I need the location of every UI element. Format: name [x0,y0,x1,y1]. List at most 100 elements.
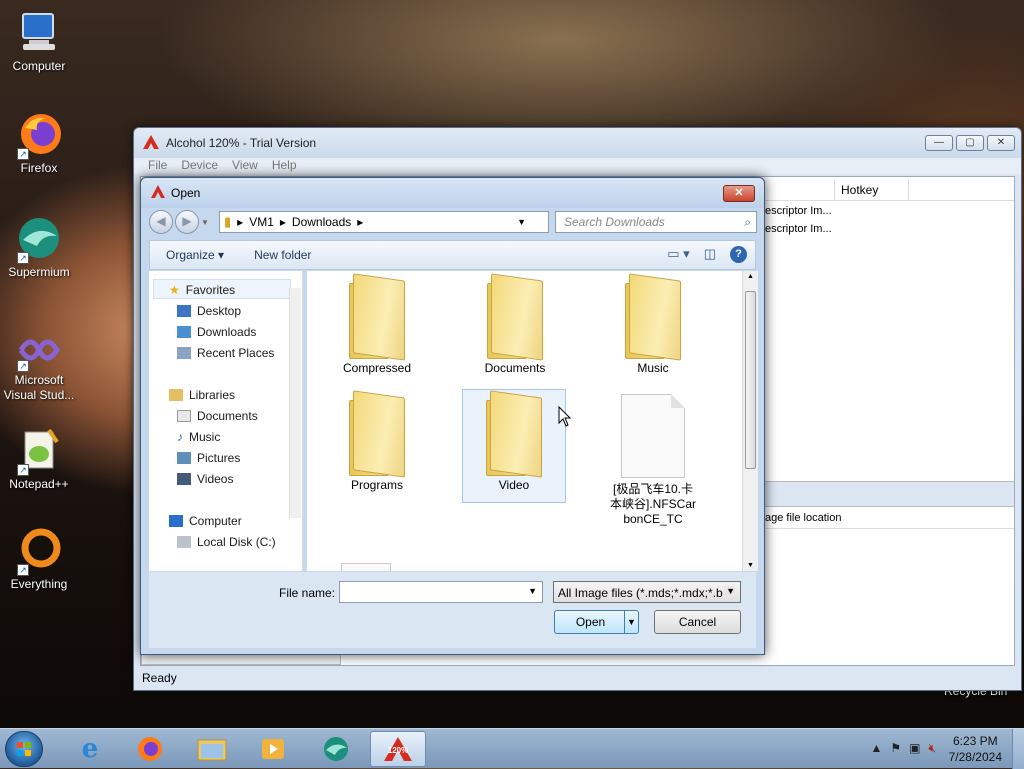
menu-device[interactable]: Device [181,158,218,174]
menu-bar: File Device View Help [134,158,1021,174]
taskbar-media-player[interactable] [246,731,302,767]
chevron-down-icon[interactable]: ▼ [528,586,537,596]
desktop-icon-notepadpp[interactable]: ↗ Notepad++ [1,426,77,491]
file-type-value: All Image files (*.mds;*.mdx;*.b [558,586,723,600]
clock[interactable]: 6:23 PM 7/28/2024 [949,733,1002,765]
windows-logo-icon [17,742,31,756]
firefox-icon [138,737,162,761]
splitter[interactable] [765,481,1014,507]
network-icon[interactable]: ▣ [909,741,920,756]
taskbar-supermium[interactable] [308,731,364,767]
desktop-icon-everything[interactable]: ↗ Everything [1,526,77,591]
volume-muted-icon[interactable]: 🔇︎ [928,741,936,756]
open-split-chevron-icon[interactable]: ▼ [624,611,638,633]
list-item[interactable]: escriptor Im... [765,223,832,235]
nav-desktop[interactable]: Desktop [177,304,241,318]
close-button[interactable]: ✕ [987,135,1015,151]
menu-help[interactable]: Help [272,158,297,174]
shortcut-arrow-icon: ↗ [17,252,29,264]
nav-recent-places[interactable]: Recent Places [177,346,274,360]
scrollbar-thumb[interactable] [745,291,756,469]
recent-places-icon [177,347,191,359]
new-folder-button[interactable]: New folder [254,248,311,262]
lower-list-header[interactable]: age file location [765,509,1014,529]
open-button[interactable]: Open ▼ [554,610,639,634]
nav-documents[interactable]: Documents [177,409,258,423]
action-center-flag-icon[interactable]: ⚑ [890,741,901,756]
file-name-input[interactable]: ▼ [339,581,543,603]
file-item-music[interactable]: Music [601,273,705,387]
file-item-programs[interactable]: Programs [325,390,429,504]
taskbar-alcohol[interactable]: 120% [370,731,426,767]
file-icon [621,394,685,478]
nav-pictures[interactable]: Pictures [177,451,240,465]
forward-button[interactable]: ▶ [175,210,199,234]
desktop-icon-computer[interactable]: Computer [1,8,77,73]
drive-icon [177,536,191,548]
nav-local-disk[interactable]: Local Disk (C:) [177,535,276,549]
dialog-close-button[interactable]: ✕ [723,185,755,202]
list-header-blank[interactable] [765,179,835,200]
menu-view[interactable]: View [232,158,258,174]
status-bar-text: Ready [142,671,177,685]
back-button[interactable]: ◀ [149,210,173,234]
file-type-select[interactable]: All Image files (*.mds;*.mdx;*.b ▼ [553,581,741,603]
lower-header-label: age file location [765,512,842,524]
file-name: Video [498,478,530,492]
folder-icon [347,273,407,361]
show-hidden-icons[interactable]: ▲ [870,741,882,756]
list-header-hotkey[interactable]: Hotkey [835,179,909,200]
search-input[interactable]: Search Downloads ⌕ [555,211,757,233]
file-item-compressed[interactable]: Compressed [325,273,429,387]
desktop-icon-label: Microsoft Visual Stud... [3,373,75,402]
image-list-header: Hotkey [765,179,1014,201]
address-bar[interactable]: ▮ ▸ VM1 ▸ Downloads ▸ ▼ ⇆ [219,211,616,233]
minimize-button[interactable]: — [925,135,953,151]
main-title-bar[interactable]: Alcohol 120% - Trial Version [134,128,1021,158]
address-dropdown-icon[interactable]: ▼ [517,217,526,227]
taskbar-internet-explorer[interactable]: e [62,731,118,767]
desktop-icon-supermium[interactable]: ↗ Supermium [1,214,77,279]
desktop-icon-firefox[interactable]: ↗ Firefox [1,110,77,175]
preview-pane-icon[interactable]: ◫ [704,246,716,263]
start-button[interactable] [5,731,43,767]
cancel-button[interactable]: Cancel [654,610,741,634]
dialog-title-bar[interactable]: Open [141,178,764,208]
list-item[interactable]: escriptor Im... [765,205,832,217]
file-name: Music [637,361,669,375]
file-item-video[interactable]: Video [462,389,566,503]
desktop-icon-visual-studio[interactable]: ↗ Microsoft Visual Stud... [1,330,77,403]
nav-videos[interactable]: Videos [177,472,233,486]
everything-icon: ↗ [15,526,63,576]
show-desktop-button[interactable] [1012,729,1024,769]
maximize-button[interactable]: ▢ [956,135,984,151]
file-list-scrollbar[interactable]: ▲ ▼ [742,271,758,571]
help-icon[interactable]: ? [730,246,747,263]
nav-computer[interactable]: Computer [169,514,242,528]
search-icon[interactable]: ⌕ [744,215,751,230]
file-item-documents[interactable]: Documents [463,273,567,387]
menu-file[interactable]: File [148,158,167,174]
chevron-down-icon[interactable]: ▼ [724,586,735,596]
breadcrumb-downloads[interactable]: Downloads [292,215,351,229]
nav-scrollbar[interactable] [289,288,301,518]
change-view-icon[interactable]: ▭ ▾ [667,246,689,263]
clock-time: 6:23 PM [952,734,998,748]
scroll-up-arrow-icon[interactable]: ▲ [747,273,754,280]
breadcrumb-vm1[interactable]: VM1 [249,215,274,229]
recent-locations-dropdown[interactable]: ▼ [201,218,209,227]
nav-favorites[interactable]: ★ Favorites [169,283,235,297]
breadcrumb-sep-icon: ▸ [237,215,244,229]
taskbar-explorer[interactable] [184,731,240,767]
nav-downloads[interactable]: Downloads [177,325,256,339]
organize-button[interactable]: Organize ▾ [166,248,224,262]
nav-music[interactable]: ♪ Music [177,430,220,444]
folder-icon [623,273,683,361]
taskbar-firefox[interactable] [122,731,178,767]
breadcrumb-sep-icon: ▸ [357,215,364,229]
downloads-folder-icon [177,326,191,338]
nav-label: Videos [197,472,234,486]
scroll-down-arrow-icon[interactable]: ▼ [747,562,754,569]
nav-libraries[interactable]: Libraries [169,388,235,402]
file-item-nfs-carbon[interactable]: [极品飞车10.卡本峡谷].NFSCarbonCE_TC [601,390,705,550]
